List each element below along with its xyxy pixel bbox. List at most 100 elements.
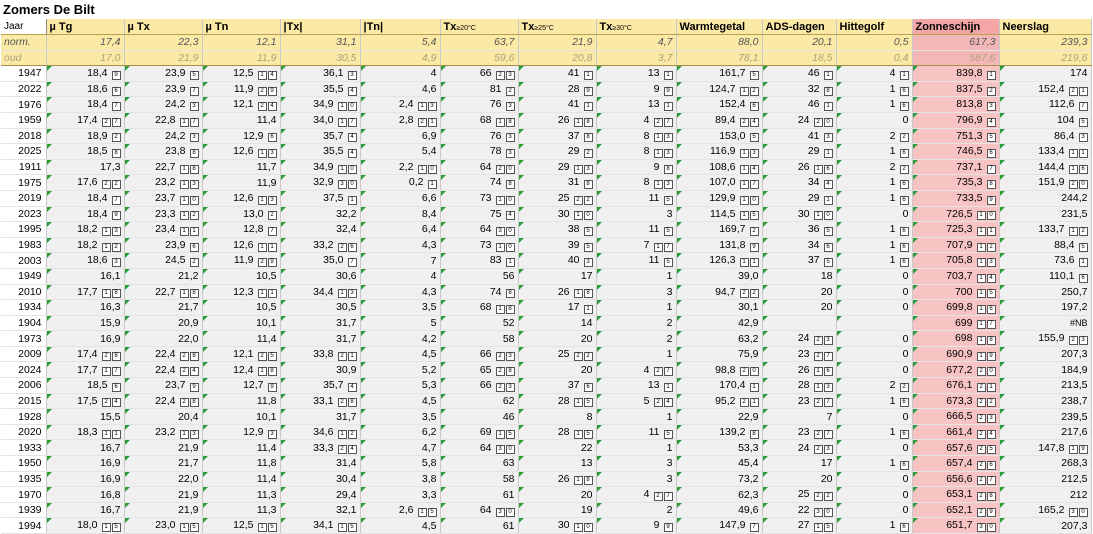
cell-neer[interactable]: 238,7 xyxy=(999,393,1092,410)
cell-ads[interactable]: 46 1 xyxy=(762,96,837,113)
cell-tnabs[interactable]: 4 xyxy=(360,268,441,285)
cell-tg[interactable]: 18,2 1 3 xyxy=(46,221,125,238)
cell-tx25[interactable]: 31 8 xyxy=(518,174,597,191)
cell-zon[interactable]: 651,7 3 0 xyxy=(912,517,1000,534)
cell-tg[interactable]: 16,1 xyxy=(46,268,125,285)
cell-warm[interactable]: 62,3 xyxy=(676,486,763,503)
cell-neer[interactable]: 217,6 xyxy=(999,424,1092,441)
cell-tnabs[interactable]: 3,8 xyxy=(360,471,441,488)
cell-tx[interactable]: 22,4 2 8 xyxy=(124,346,203,363)
cell-zon[interactable]: 726,5 1 0 xyxy=(912,206,1000,223)
cell-ads[interactable]: 23 2 7 xyxy=(762,346,837,363)
cell-hitte[interactable]: 0 xyxy=(836,284,913,301)
cell-tnabs[interactable]: 0,2 1 xyxy=(360,174,441,191)
cell-neer[interactable]: 268,3 xyxy=(999,455,1092,472)
cell-hitte[interactable]: 0 xyxy=(836,330,913,347)
cell-tnabs[interactable]: 5,3 xyxy=(360,377,441,394)
cell-tx30[interactable]: 1 xyxy=(596,299,677,316)
cell-hitte[interactable]: 0 xyxy=(836,471,913,488)
cell-tn[interactable]: 12,6 1 3 xyxy=(202,143,281,160)
cell-tx30[interactable]: 13 1 xyxy=(596,65,677,82)
cell-txabs[interactable]: 30,4 xyxy=(280,471,361,488)
cell-tx30[interactable]: 11 5 xyxy=(596,424,677,441)
cell-tx20[interactable]: 58 xyxy=(440,471,519,488)
oud-cell-neer[interactable]: 219,6 xyxy=(999,50,1092,67)
cell-tnabs[interactable]: 5,8 xyxy=(360,455,441,472)
cell-warm[interactable]: 75,9 xyxy=(676,346,763,363)
cell-tx20[interactable]: 68 1 8 xyxy=(440,299,519,316)
cell-txabs[interactable]: 29,4 xyxy=(280,486,361,503)
cell-tnabs[interactable]: 3,3 xyxy=(360,486,441,503)
year-cell[interactable]: 2009 xyxy=(1,346,47,363)
cell-tx[interactable]: 23,0 1 5 xyxy=(124,517,203,534)
cell-tn[interactable]: 10,1 xyxy=(202,315,281,332)
year-cell[interactable]: 2024 xyxy=(1,361,47,379)
cell-tg[interactable]: 18,5 8 xyxy=(46,143,125,160)
cell-zon[interactable]: 813,8 3 xyxy=(912,96,1000,113)
norm-cell-tn[interactable]: 12,1 xyxy=(202,34,281,51)
oud-cell-zon[interactable]: 587,6 xyxy=(912,50,1000,67)
cell-ads[interactable]: 27 1 5 xyxy=(762,517,837,534)
year-cell[interactable]: 2003 xyxy=(1,252,47,269)
cell-warm[interactable]: 170,4 1 xyxy=(676,377,763,394)
cell-tnabs[interactable]: 5 xyxy=(360,315,441,332)
cell-tn[interactable]: 12,4 1 8 xyxy=(202,361,281,379)
cell-ads[interactable]: 17 xyxy=(762,455,837,472)
cell-tx25[interactable]: 41 1 xyxy=(518,65,597,82)
cell-tx25[interactable]: 41 1 xyxy=(518,96,597,113)
cell-ads[interactable]: 28 1 3 xyxy=(762,377,837,394)
cell-ads[interactable]: 24 2 3 xyxy=(762,439,837,457)
cell-tx[interactable]: 22,7 1 8 xyxy=(124,159,203,176)
cell-warm[interactable]: 73,2 xyxy=(676,471,763,488)
cell-txabs[interactable]: 32,4 xyxy=(280,221,361,238)
cell-ads[interactable] xyxy=(762,315,837,332)
cell-zon[interactable]: 735,3 8 xyxy=(912,174,1000,191)
year-cell[interactable]: 1934 xyxy=(1,299,47,316)
cell-tnabs[interactable]: 4,5 xyxy=(360,393,441,410)
cell-tnabs[interactable]: 5,4 xyxy=(360,143,441,160)
cell-tx25[interactable]: 17 xyxy=(518,268,597,285)
cell-neer[interactable]: 184,9 xyxy=(999,361,1092,379)
cell-hitte[interactable]: 16 xyxy=(836,455,913,472)
cell-tn[interactable]: 12,9 6 xyxy=(202,128,281,145)
cell-tx[interactable]: 20,9 xyxy=(124,315,203,332)
cell-tnabs[interactable]: 5,2 xyxy=(360,361,441,379)
oud-cell-tx25[interactable]: 20,8 xyxy=(518,50,597,67)
cell-tnabs[interactable]: 2,4 1 3 xyxy=(360,96,441,113)
cell-zon[interactable]: 837,5 2 xyxy=(912,81,1000,98)
cell-tnabs[interactable]: 4,6 xyxy=(360,81,441,98)
cell-warm[interactable]: 49,6 xyxy=(676,502,763,519)
cell-tx25[interactable]: 38 5 xyxy=(518,221,597,238)
cell-warm[interactable]: 22,9 xyxy=(676,408,763,425)
cell-hitte[interactable]: 0 xyxy=(836,502,913,519)
cell-tx25[interactable]: 13 xyxy=(518,455,597,472)
cell-ads[interactable]: 34 6 xyxy=(762,237,837,254)
cell-tg[interactable]: 17,4 2 8 xyxy=(46,346,125,363)
cell-tn[interactable]: 12,6 1 3 xyxy=(202,190,281,207)
cell-tg[interactable]: 17,5 2 4 xyxy=(46,393,125,410)
year-cell[interactable]: 1970 xyxy=(1,486,47,503)
cell-hitte[interactable]: 0 xyxy=(836,408,913,425)
cell-zon[interactable]: 699 1 7 xyxy=(912,315,1000,332)
cell-tx30[interactable]: 2 xyxy=(596,330,677,347)
cell-txabs[interactable]: 34,1 1 5 xyxy=(280,517,361,534)
cell-tx[interactable]: 21,9 xyxy=(124,502,203,519)
year-cell[interactable]: 1959 xyxy=(1,112,47,129)
cell-tx30[interactable]: 1 xyxy=(596,346,677,363)
cell-hitte[interactable] xyxy=(836,315,913,332)
cell-hitte[interactable]: 16 xyxy=(836,190,913,207)
cell-tx30[interactable]: 11 5 xyxy=(596,252,677,269)
cell-zon[interactable]: 707,9 1 2 xyxy=(912,237,1000,254)
column-header-warm[interactable]: Warmtegetal xyxy=(676,19,763,35)
cell-tx25[interactable]: 25 2 2 xyxy=(518,190,597,207)
year-cell[interactable]: 1983 xyxy=(1,237,47,254)
cell-tx30[interactable]: 1 xyxy=(596,268,677,285)
oud-cell-tnabs[interactable]: 4,9 xyxy=(360,50,441,67)
norm-cell-tx20[interactable]: 63,7 xyxy=(440,34,519,51)
cell-tx30[interactable]: 813 xyxy=(596,174,677,191)
cell-txabs[interactable]: 37,5 1 xyxy=(280,190,361,207)
column-header-tg[interactable]: µ Tg xyxy=(46,19,125,35)
year-cell[interactable]: 1995 xyxy=(1,221,47,238)
cell-tx20[interactable]: 76 3 xyxy=(440,128,519,145)
cell-tx30[interactable]: 427 xyxy=(596,112,677,129)
